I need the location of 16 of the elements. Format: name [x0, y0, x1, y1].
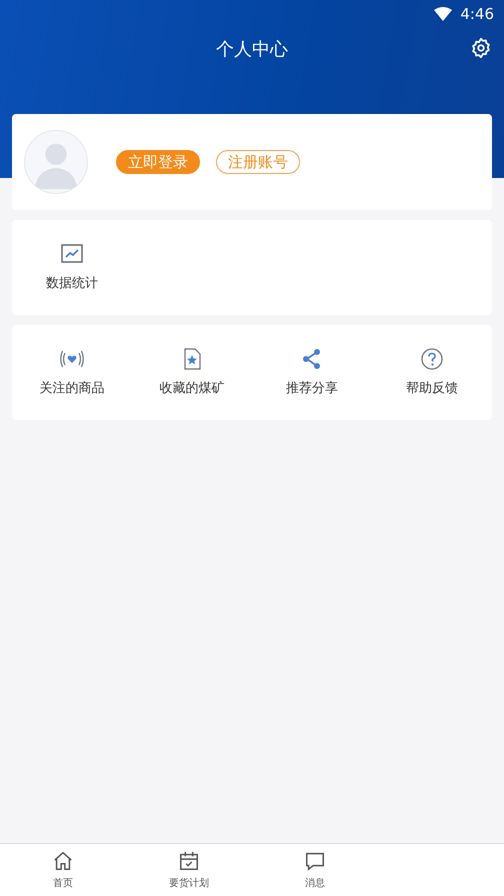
nav-tab[interactable]: 首页: [0, 844, 126, 896]
home-icon: [52, 850, 74, 872]
page-title: 个人中心: [216, 38, 288, 62]
nav-tab[interactable]: 要货计划: [126, 844, 252, 896]
menu-item[interactable]: 数据统计: [12, 242, 132, 294]
help-icon: [420, 346, 444, 371]
menu-item[interactable]: 关注的商品: [12, 346, 132, 398]
calendar-icon: [178, 850, 200, 872]
menu-item[interactable]: 帮助反馈: [372, 346, 492, 398]
nav-tab[interactable]: 消息: [252, 844, 378, 896]
menu-item[interactable]: 收藏的煤矿: [132, 346, 252, 398]
wifi-icon: [434, 7, 452, 21]
menu-item[interactable]: 推荐分享: [252, 346, 372, 398]
chart-icon: [60, 242, 84, 266]
status-time: 4:46: [460, 4, 494, 25]
settings-icon[interactable]: [470, 37, 492, 59]
